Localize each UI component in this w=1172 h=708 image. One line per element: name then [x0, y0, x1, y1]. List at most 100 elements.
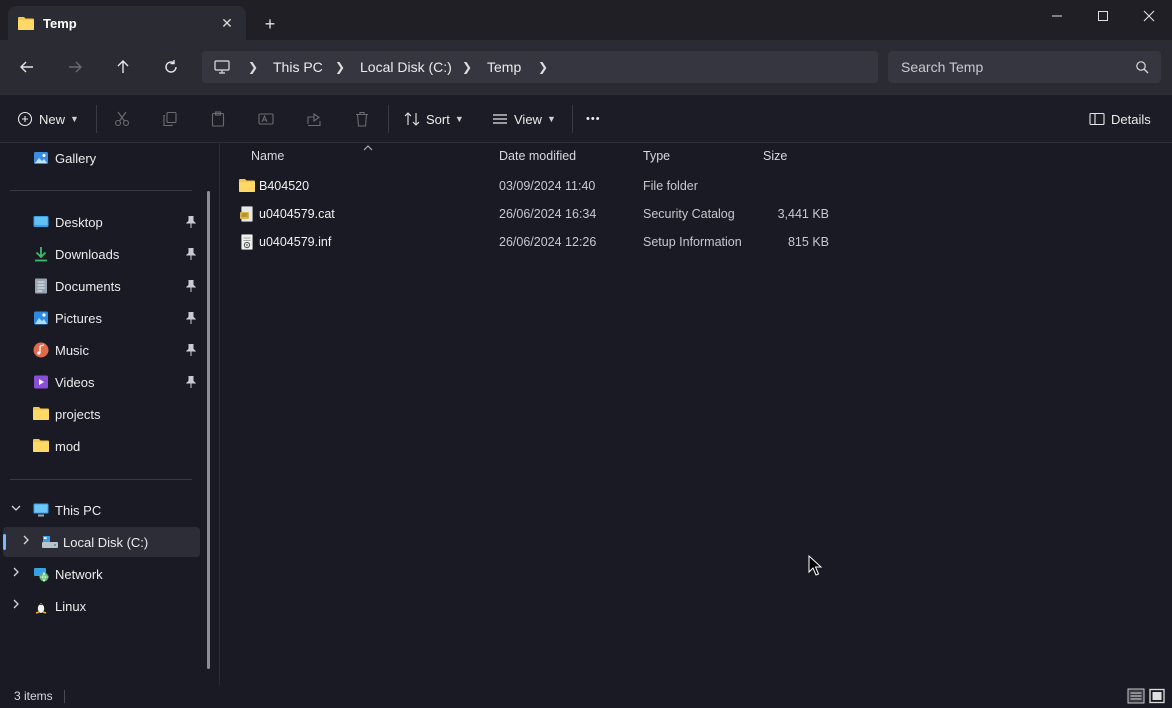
- chevron-down-icon[interactable]: [11, 503, 21, 516]
- refresh-button[interactable]: [157, 53, 185, 81]
- more-options-button[interactable]: •••: [586, 107, 601, 131]
- share-button[interactable]: [304, 109, 324, 129]
- arrow-left-icon: [20, 61, 33, 73]
- up-button[interactable]: [109, 53, 137, 81]
- sidebar-item-projects[interactable]: projects: [0, 399, 200, 429]
- tab-temp[interactable]: Temp ✕: [8, 6, 246, 40]
- sidebar-item-documents[interactable]: Documents: [0, 271, 200, 301]
- gallery-icon: [33, 150, 49, 166]
- cut-button[interactable]: [112, 109, 132, 129]
- pin-icon[interactable]: [185, 311, 197, 327]
- linux-penguin-icon: [33, 598, 49, 614]
- paste-button[interactable]: [208, 109, 228, 129]
- details-view-button[interactable]: [1127, 688, 1145, 704]
- sidebar-item-downloads[interactable]: Downloads: [0, 239, 200, 269]
- file-size: 3,441 KB: [777, 207, 829, 221]
- clipboard-icon: [211, 111, 225, 127]
- sidebar-item-label: Network: [55, 567, 103, 582]
- pin-icon[interactable]: [185, 343, 197, 359]
- sidebar-item-local-disk[interactable]: Local Disk (C:): [3, 527, 200, 557]
- minimize-icon: [1052, 15, 1062, 17]
- chevron-down-icon: ▼: [454, 114, 464, 124]
- monitor-icon: [214, 59, 230, 78]
- sidebar-item-pictures[interactable]: Pictures: [0, 303, 200, 333]
- sort-icon: [404, 112, 420, 126]
- column-header-type[interactable]: Type: [643, 149, 670, 163]
- details-pane-icon: [1089, 112, 1105, 126]
- copy-icon: [163, 111, 177, 127]
- sidebar-item-linux[interactable]: Linux: [0, 591, 200, 621]
- file-type: File folder: [643, 179, 698, 193]
- file-size: 815 KB: [787, 235, 829, 249]
- address-bar[interactable]: ❯ This PC ❯ Local Disk (C:) ❯ Temp ❯: [202, 51, 878, 83]
- new-tab-button[interactable]: +: [259, 13, 281, 35]
- file-name: B404520: [259, 179, 310, 193]
- view-button[interactable]: View ▼: [492, 107, 556, 131]
- close-window-button[interactable]: [1126, 0, 1172, 32]
- chevron-right-icon: ❯: [462, 60, 473, 74]
- sidebar-divider: [10, 479, 192, 480]
- toolbar-divider: [96, 105, 97, 133]
- sidebar-item-this-pc[interactable]: This PC: [0, 495, 200, 525]
- file-row-u0404579-cat[interactable]: u0404579.cat 26/06/2024 16:34 Security C…: [233, 200, 853, 228]
- column-header-size[interactable]: Size: [763, 149, 787, 163]
- music-icon: [33, 342, 49, 358]
- documents-icon: [33, 278, 49, 294]
- chevron-right-icon[interactable]: [11, 567, 21, 580]
- new-button[interactable]: New ▼: [17, 107, 79, 131]
- sidebar-item-label: Linux: [55, 599, 87, 614]
- search-input[interactable]: Search Temp: [901, 59, 983, 75]
- monitor-icon: [33, 502, 49, 518]
- sidebar-item-label: Local Disk (C:): [63, 535, 149, 550]
- plus-circle-icon: [17, 111, 33, 127]
- close-tab-button[interactable]: ✕: [216, 12, 238, 34]
- pictures-icon: [33, 310, 49, 326]
- pin-icon[interactable]: [185, 279, 197, 295]
- breadcrumb-temp[interactable]: Temp: [487, 59, 521, 75]
- column-header-date-modified[interactable]: Date modified: [499, 149, 576, 163]
- maximize-icon: [1098, 11, 1108, 21]
- file-row-b404520[interactable]: B404520 03/09/2024 11:40 File folder: [233, 172, 853, 200]
- sidebar-item-mod[interactable]: mod: [0, 431, 200, 461]
- chevron-right-icon[interactable]: [21, 535, 31, 548]
- chevron-right-icon[interactable]: ❯: [538, 60, 548, 74]
- search-box[interactable]: Search Temp: [888, 51, 1161, 83]
- sidebar-item-music[interactable]: Music: [0, 335, 200, 365]
- sidebar-item-videos[interactable]: Videos: [0, 367, 200, 397]
- file-date: 26/06/2024 12:26: [499, 235, 597, 249]
- sidebar-item-label: mod: [55, 439, 81, 454]
- chevron-right-icon[interactable]: [11, 599, 21, 612]
- file-list: Name Date modified Type Size B404520 03/…: [221, 143, 1172, 685]
- breadcrumb-local-disk[interactable]: Local Disk (C:): [360, 59, 452, 75]
- minimize-button[interactable]: [1034, 0, 1080, 32]
- delete-button[interactable]: [352, 109, 372, 129]
- sidebar-item-label: Pictures: [55, 311, 102, 326]
- refresh-icon: [165, 60, 177, 73]
- toolbar-divider: [388, 105, 389, 133]
- sidebar-item-label: Downloads: [55, 247, 120, 262]
- maximize-button[interactable]: [1080, 0, 1126, 32]
- file-row-u0404579-inf[interactable]: u0404579.inf 26/06/2024 12:26 Setup Info…: [233, 228, 853, 256]
- breadcrumb-this-pc[interactable]: This PC: [273, 59, 323, 75]
- column-header-name[interactable]: Name: [251, 149, 284, 163]
- sidebar-item-gallery[interactable]: Gallery: [0, 143, 200, 173]
- sidebar-item-label: Documents: [55, 279, 121, 294]
- network-icon: [33, 566, 49, 582]
- copy-button[interactable]: [160, 109, 180, 129]
- pin-icon[interactable]: [185, 247, 197, 263]
- pin-icon[interactable]: [185, 215, 197, 231]
- details-pane-button[interactable]: Details: [1089, 107, 1151, 131]
- large-icons-view-button[interactable]: [1148, 688, 1166, 704]
- rename-button[interactable]: [256, 109, 276, 129]
- sidebar-item-network[interactable]: Network: [0, 559, 200, 589]
- sidebar-item-label: projects: [55, 407, 101, 422]
- forward-button[interactable]: [61, 53, 89, 81]
- scissors-icon: [114, 111, 130, 127]
- back-button[interactable]: [13, 53, 41, 81]
- sidebar-item-label: Music: [55, 343, 89, 358]
- title-bar: Temp ✕ +: [0, 0, 1172, 40]
- sidebar-item-desktop[interactable]: Desktop: [0, 207, 200, 237]
- sidebar-scrollbar[interactable]: [207, 191, 210, 669]
- pin-icon[interactable]: [185, 375, 197, 391]
- sort-button[interactable]: Sort ▼: [404, 107, 464, 131]
